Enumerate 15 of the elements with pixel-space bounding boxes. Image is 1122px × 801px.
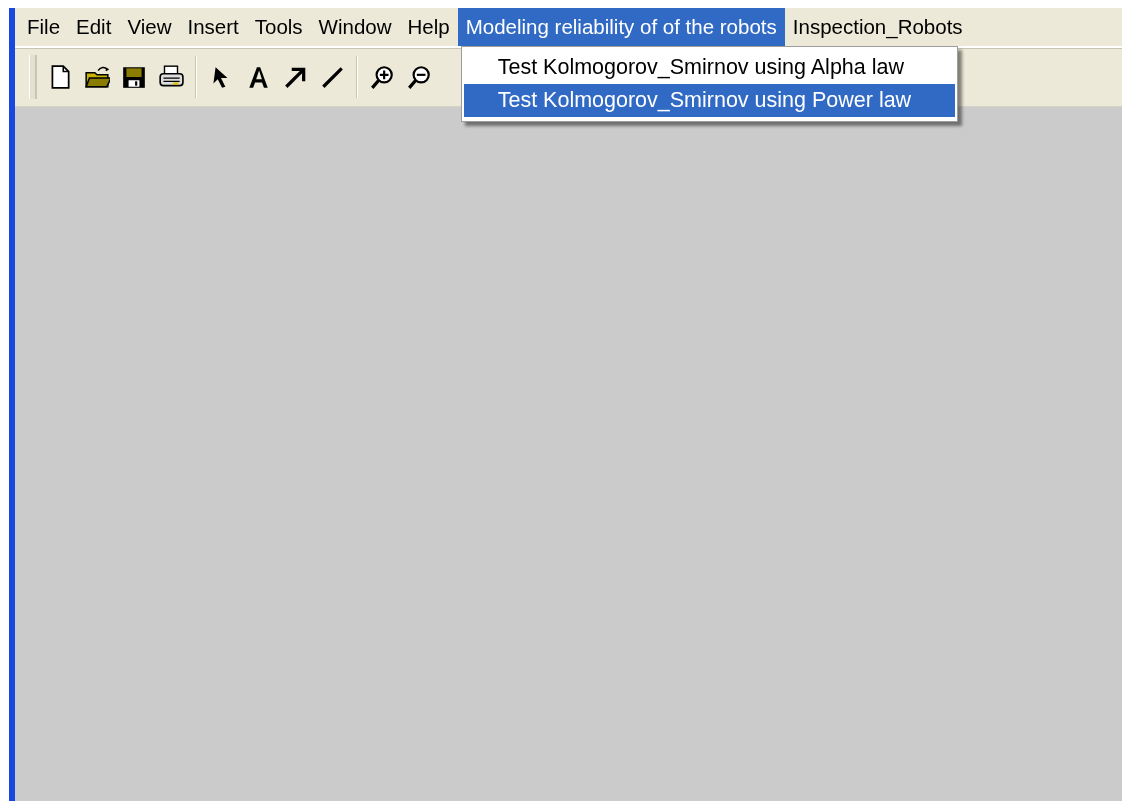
zoom-out-icon[interactable] xyxy=(406,64,432,90)
menu-item[interactable]: Inspection_Robots xyxy=(784,8,971,46)
menu-item[interactable]: Tools xyxy=(246,8,311,46)
zoom-in-icon[interactable] xyxy=(369,64,395,90)
menu-item[interactable]: View xyxy=(119,8,180,46)
menu-item[interactable]: Edit xyxy=(68,8,120,46)
menu-item[interactable]: File xyxy=(19,8,69,46)
line-icon[interactable] xyxy=(319,64,345,90)
menu-item[interactable]: Insert xyxy=(179,8,247,46)
menu-item[interactable]: Modeling reliability of of the robots xyxy=(457,8,785,46)
menu-item[interactable]: Help xyxy=(399,8,458,46)
menu-item[interactable]: Window xyxy=(310,8,400,46)
toolbar-grip[interactable] xyxy=(29,55,37,99)
folder-icon[interactable] xyxy=(84,64,110,90)
dropdown-item[interactable]: Test Kolmogorov_Smirnov using Power law xyxy=(463,84,956,117)
